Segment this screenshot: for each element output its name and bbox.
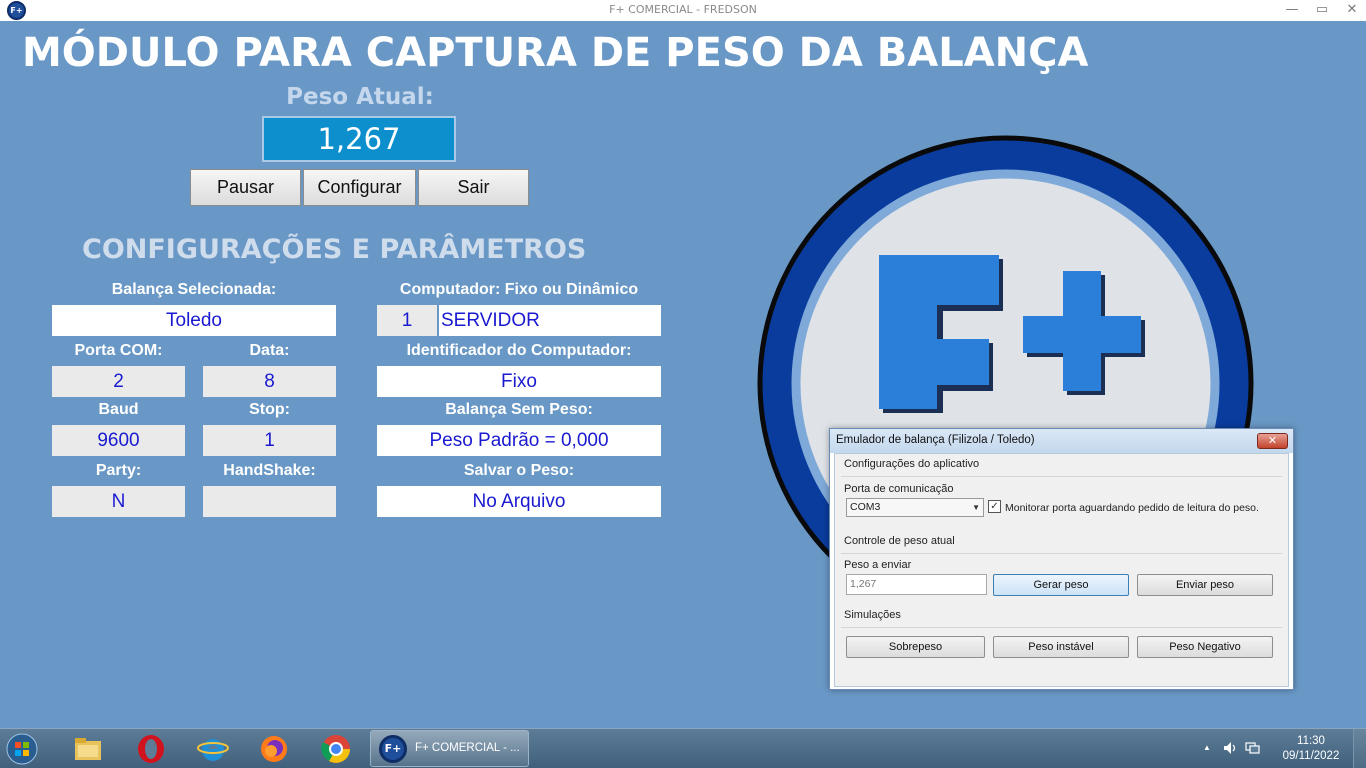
taskbar-app-label: F+ COMERCIAL - ... (415, 742, 520, 754)
page-title: MÓDULO PARA CAPTURA DE PESO DA BALANÇA (22, 30, 1089, 76)
group-simulacoes: Simulações (844, 609, 901, 621)
peso-instavel-button[interactable]: Peso instável (993, 636, 1129, 658)
window-title: F+ COMERCIAL - FREDSON (609, 3, 757, 16)
opera-icon[interactable] (135, 733, 167, 765)
chevron-down-icon: ▼ (972, 503, 980, 512)
stop-label: Stop: (249, 401, 290, 418)
sem-peso-label: Balança Sem Peso: (445, 401, 593, 418)
balanca-field[interactable]: Toledo (52, 305, 336, 336)
group-app-config: Configurações do aplicativo (844, 458, 980, 470)
peso-enviar-input[interactable]: 1,267 (846, 574, 987, 595)
taskbar: F+ F+ COMERCIAL - ... ▲ 11:30 09/11/2022 (0, 728, 1366, 768)
monitor-checkbox-label: Monitorar porta aguardando pedido de lei… (1005, 502, 1259, 514)
gerar-peso-button[interactable]: Gerar peso (993, 574, 1129, 596)
salvar-peso-label: Salvar o Peso: (463, 462, 575, 479)
peso-atual-display: 1,267 (262, 116, 456, 162)
identificador-field[interactable]: Fixo (377, 366, 661, 397)
close-button[interactable]: ✕ (1341, 1, 1363, 19)
restore-button[interactable]: ▭ (1311, 1, 1333, 19)
pausar-button[interactable]: Pausar (190, 169, 301, 206)
show-hidden-icons-icon[interactable]: ▲ (1203, 743, 1211, 752)
emulator-title: Emulador de balança (Filizola / Toledo) (836, 434, 1035, 446)
sem-peso-field[interactable]: Peso Padrão = 0,000 (377, 425, 661, 456)
file-explorer-icon[interactable] (72, 733, 104, 765)
handshake-label: HandShake: (223, 462, 316, 479)
internet-explorer-icon[interactable] (197, 733, 229, 765)
emulator-title-bar: Emulador de balança (Filizola / Toledo) … (830, 429, 1293, 453)
app-icon: F+ (379, 735, 407, 763)
chrome-icon[interactable] (320, 733, 352, 765)
section-title: CONFIGURAÇÕES E PARÂMETROS (82, 234, 587, 265)
emulator-close-button[interactable]: ✕ (1257, 433, 1288, 449)
separator (841, 553, 1282, 554)
computador-name-field[interactable]: SERVIDOR (439, 305, 661, 336)
separator (841, 627, 1282, 628)
show-desktop-button[interactable] (1353, 729, 1366, 768)
party-field[interactable]: N (52, 486, 185, 517)
emulator-dialog: Emulador de balança (Filizola / Toledo) … (829, 428, 1294, 690)
sair-button[interactable]: Sair (418, 169, 529, 206)
peso-atual-label: Peso Atual: (286, 84, 434, 110)
clock-date: 09/11/2022 (1282, 750, 1340, 762)
peso-negativo-button[interactable]: Peso Negativo (1137, 636, 1273, 658)
handshake-field[interactable] (203, 486, 336, 517)
peso-enviar-label: Peso a enviar (844, 559, 912, 571)
enviar-peso-button[interactable]: Enviar peso (1137, 574, 1273, 596)
porta-comunicacao-select[interactable]: COM3 ▼ (846, 498, 984, 517)
monitor-checkbox[interactable]: ✓ (988, 500, 1001, 513)
taskbar-app-button[interactable]: F+ F+ COMERCIAL - ... (370, 730, 529, 767)
balanca-label: Balança Selecionada: (111, 281, 277, 298)
stop-field[interactable]: 1 (203, 425, 336, 456)
clock-time: 11:30 (1297, 735, 1325, 747)
baud-field[interactable]: 9600 (52, 425, 185, 456)
minimize-button[interactable]: — (1281, 1, 1303, 19)
separator (841, 476, 1282, 477)
porta-com-label: Porta COM: (74, 342, 163, 359)
computador-number-field[interactable]: 1 (377, 305, 437, 336)
party-label: Party: (95, 462, 142, 479)
network-icon[interactable] (1245, 741, 1261, 755)
identificador-label: Identificador do Computador: (406, 342, 632, 359)
porta-comunicacao-label: Porta de comunicação (844, 483, 954, 495)
window-title-bar: F+ F+ COMERCIAL - FREDSON — ▭ ✕ (0, 0, 1366, 21)
data-field[interactable]: 8 (203, 366, 336, 397)
data-label: Data: (249, 342, 290, 359)
configurar-button[interactable]: Configurar (303, 169, 416, 206)
firefox-icon[interactable] (258, 733, 290, 765)
group-peso-control: Controle de peso atual (844, 535, 955, 547)
sobrepeso-button[interactable]: Sobrepeso (846, 636, 985, 658)
taskbar-clock[interactable]: 11:30 09/11/2022 (1280, 734, 1342, 764)
volume-icon[interactable] (1223, 741, 1237, 755)
porta-com-field[interactable]: 2 (52, 366, 185, 397)
windows-start-icon[interactable] (6, 733, 38, 765)
emulator-body: Configurações do aplicativo Porta de com… (834, 453, 1289, 687)
baud-label: Baud (98, 401, 139, 418)
salvar-peso-field[interactable]: No Arquivo (377, 486, 661, 517)
porta-comunicacao-value: COM3 (850, 501, 881, 513)
computador-label: Computador: Fixo ou Dinâmico (399, 281, 639, 298)
